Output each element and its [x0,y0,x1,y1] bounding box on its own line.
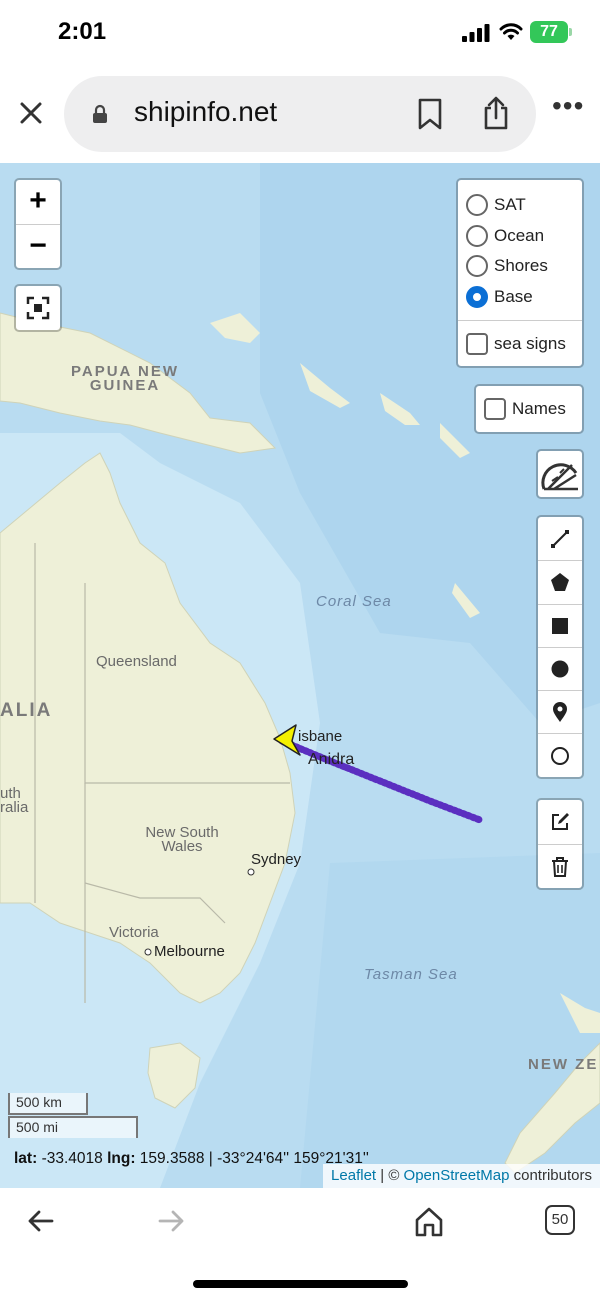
protractor-icon [541,463,578,491]
label-brisbane: isbane [298,728,343,745]
fullscreen-icon [26,296,50,320]
map-view[interactable]: PAPUA NEW GUINEA ALIA uth ralia Queensla… [0,163,600,1188]
locate-button[interactable] [14,284,62,332]
edit-icon [552,813,569,830]
draw-marker-button[interactable] [538,690,582,733]
battery-icon: 77 [530,21,572,43]
draw-circle-marker-button[interactable] [538,733,582,776]
zoom-in-button[interactable]: + [16,180,60,224]
label-australia: ALIA [0,700,53,721]
draw-polyline-button[interactable] [538,517,582,560]
home-icon[interactable] [414,1206,444,1238]
tab-count-button[interactable]: 50 [545,1205,575,1235]
polygon-icon [551,573,569,592]
share-icon[interactable] [482,96,510,130]
label-tasman-sea: Tasman Sea [364,966,458,983]
draw-circle-button[interactable] [538,646,582,690]
label-south-australia: uth ralia [0,785,29,816]
radio-ocean[interactable] [466,224,488,247]
radio-base[interactable] [466,285,488,308]
lock-icon [93,104,107,123]
status-time: 2:01 [58,18,107,45]
back-icon[interactable] [26,1206,56,1236]
names-toggle[interactable]: Names [474,384,584,434]
label-sydney: Sydney [251,851,302,868]
label-coral-sea: Coral Sea [316,593,392,610]
status-bar: 2:01 77 [0,0,600,64]
checkbox-names[interactable] [484,398,506,420]
layer-option-shores[interactable]: Shores [466,251,574,282]
radio-sat[interactable] [466,194,488,217]
close-icon[interactable] [16,98,46,128]
rectangle-icon [552,617,568,634]
layer-option-base[interactable]: Base [466,282,574,313]
draw-toolbar [536,515,584,779]
layers-divider [458,320,582,321]
url-text: shipinfo.net [134,96,278,127]
checkbox-sea-signs[interactable] [466,333,488,356]
circle-outline-icon [551,746,569,765]
latitude-value: -33.4018 [41,1150,103,1167]
address-field[interactable]: shipinfo.net [64,76,536,152]
label-papua-new-guinea: PAPUA NEW GUINEA [71,363,179,394]
circle-icon [551,660,569,678]
draw-rectangle-button[interactable] [538,603,582,647]
browser-toolbar: 50 [0,1188,600,1300]
cursor-coordinates: lat: -33.4018 lng: 159.3588 | -33°24'64'… [14,1150,369,1167]
layer-option-sat[interactable]: SAT [466,190,574,221]
delete-layers-button[interactable] [538,844,582,888]
layers-control: SAT Ocean Shores Base sea signs [456,178,584,368]
label-queensland: Queensland [96,653,177,670]
zoom-out-button[interactable]: − [16,224,60,268]
scale-km: 500 km [8,1093,88,1115]
forward-icon[interactable] [156,1206,186,1236]
zoom-control: + − [14,178,62,270]
home-indicator [193,1280,408,1288]
overlay-sea-signs[interactable]: sea signs [466,329,574,360]
openstreetmap-link[interactable]: OpenStreetMap [404,1167,510,1184]
edit-layers-button[interactable] [538,800,582,844]
draw-polygon-button[interactable] [538,560,582,603]
radio-shores[interactable] [466,255,488,278]
label-new-south-wales: New South Wales [145,824,219,855]
label-vessel-name[interactable]: Anidra [308,752,354,768]
cellular-signal-icon [462,24,490,42]
label-new-zealand: NEW ZE [528,1056,599,1073]
map-attribution: Leaflet | © OpenStreetMap contributors [323,1164,600,1188]
more-options-icon[interactable]: ••• [552,92,584,120]
wifi-icon [499,23,523,40]
trash-icon [552,856,568,877]
longitude-value: 159.3588 [139,1150,205,1167]
polyline-icon [551,529,569,548]
label-victoria: Victoria [109,924,159,941]
scale-mi: 500 mi [8,1116,138,1138]
edit-toolbar [536,798,584,890]
bookmark-icon[interactable] [416,98,444,130]
measure-tool-button[interactable] [536,449,584,499]
label-melbourne: Melbourne [154,943,225,960]
browser-url-bar: shipinfo.net ••• [0,64,600,164]
map-pin-icon [553,702,567,723]
layer-option-ocean[interactable]: Ocean [466,221,574,252]
leaflet-link[interactable]: Leaflet [331,1167,376,1184]
